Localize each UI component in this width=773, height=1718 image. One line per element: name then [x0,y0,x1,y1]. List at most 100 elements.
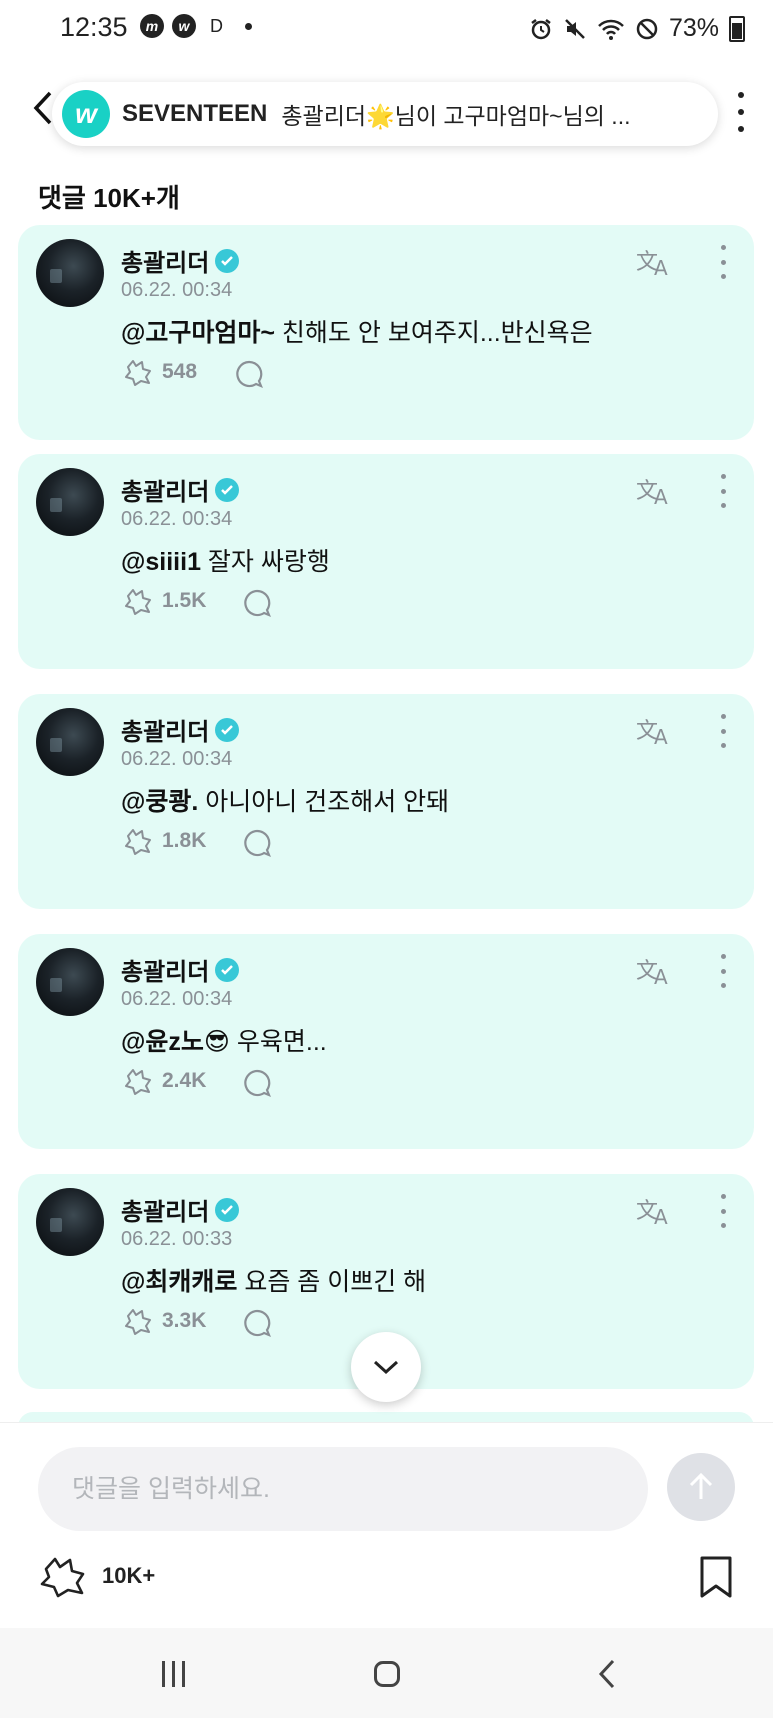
verified-badge-icon [215,717,240,742]
like-count: 1.5K [162,589,207,612]
home-icon [374,1661,400,1687]
more-options-button[interactable] [735,92,747,132]
like-button[interactable]: 2.4K [122,1066,206,1096]
avatar[interactable] [36,1188,104,1256]
like-button[interactable]: 1.5K [122,586,206,616]
recent-apps-button[interactable] [158,1656,188,1692]
status-time: 12:35 [60,12,128,42]
comment-body: 아니아니 건조해서 안돼 [198,788,450,816]
mention[interactable]: @최캐캐로 [121,1268,237,1296]
author-name: 총괄리더 [121,250,210,277]
like-button[interactable]: 548 [122,357,197,387]
comment-author[interactable]: 총괄리더 [121,712,240,747]
like-icon [125,1309,151,1335]
comment-more-button[interactable] [718,474,728,508]
translate-icon[interactable]: 文A [636,714,676,748]
system-back-button[interactable] [592,1656,622,1692]
reply-icon[interactable] [242,828,272,858]
translate-icon[interactable]: 文A [636,1194,676,1228]
comment-date: 06.22. 00:34 [121,748,233,770]
dot-icon [720,488,726,494]
comment-more-button[interactable] [718,954,728,988]
reply-icon[interactable] [242,1308,272,1338]
like-button[interactable]: 1.8K [122,826,206,856]
like-button[interactable]: 3.3K [122,1306,206,1336]
comment-author[interactable]: 총괄리더 [121,243,240,278]
like-count: 2.4K [162,1069,207,1092]
comment-text: @윤z노😎 우육면... [121,1022,327,1058]
bookmark-icon[interactable] [698,1555,734,1599]
mute-icon [565,18,585,39]
avatar[interactable] [36,239,104,307]
comment-card: 총괄리더 06.22. 00:34 @윤z노😎 우육면... 文A 2.4K [18,934,754,1149]
comment-input[interactable] [38,1447,648,1531]
avatar[interactable] [36,708,104,776]
notification-letter: D [210,15,223,36]
author-name: 총괄리더 [121,959,210,986]
comment-card: 총괄리더 06.22. 00:34 @siiii1 잘자 싸랑행 文A 1.5K [18,454,754,669]
comment-card: 총괄리더 06.22. 00:34 @고구마엄마~ 친해도 안 보여주지...반… [18,225,754,440]
alarm-icon [531,18,551,39]
comment-author[interactable]: 총괄리더 [121,952,240,987]
comment-author[interactable]: 총괄리더 [121,472,240,507]
reply-icon[interactable] [242,588,272,618]
do-not-disturb-icon [636,18,658,39]
verified-badge-icon [215,248,240,273]
dot-icon [720,245,726,250]
translate-icon[interactable]: 文A [636,954,676,988]
svg-text:A: A [654,725,668,748]
reply-icon[interactable] [234,359,264,389]
comment-more-button[interactable] [718,1194,728,1228]
dot-icon [720,714,726,719]
avatar[interactable] [36,468,104,536]
comment-more-button[interactable] [718,245,728,279]
dot-icon [720,954,726,959]
like-icon [125,829,151,855]
comment-date: 06.22. 00:34 [121,279,233,301]
comment-body: 친해도 안 보여주지...반신욕은 [274,319,593,347]
comment-more-button[interactable] [718,714,728,748]
mention[interactable]: @윤z노😎 [121,1028,230,1056]
mention[interactable]: @siiii1 [121,548,201,576]
translate-icon[interactable]: 文A [636,245,676,279]
chevron-down-icon [373,1360,399,1375]
send-button[interactable] [667,1453,735,1521]
comment-date: 06.22. 00:34 [121,988,233,1010]
dot-icon [720,1194,726,1199]
post-like-button[interactable]: 10K+ [36,1553,155,1599]
like-icon [40,1557,85,1598]
comment-date: 06.22. 00:34 [121,508,233,530]
svg-text:A: A [654,1205,668,1228]
dot-icon [720,1223,726,1228]
community-title: SEVENTEEN [122,100,268,127]
comment-body: 요즘 좀 이쁘긴 해 [237,1268,427,1296]
like-icon [125,589,151,615]
app-notification-icon: m [140,14,164,38]
dot-icon [720,503,726,508]
dot-icon [738,126,744,132]
author-name: 총괄리더 [121,479,210,506]
like-count: 1.8K [162,829,207,852]
post-header[interactable]: w SEVENTEEN 총괄리더🌟님이 고구마엄마~님의 ... [52,82,718,146]
weverse-notification-icon: w [172,14,196,38]
avatar[interactable] [36,948,104,1016]
scroll-down-button[interactable] [351,1332,421,1402]
comment-text: @쿵쾅. 아니아니 건조해서 안돼 [121,782,449,818]
comment-text: @최캐캐로 요즘 좀 이쁘긴 해 [121,1262,426,1298]
like-count: 3.3K [162,1309,207,1332]
chevron-left-icon [598,1659,615,1689]
author-name: 총괄리더 [121,1199,210,1226]
dot-icon [720,728,726,734]
dot-icon [720,259,726,265]
comment-count: 댓글 10K+개 [38,183,180,213]
mention[interactable]: @고구마엄마~ [121,319,275,347]
mention[interactable]: @쿵쾅. [121,788,198,816]
dot-icon [720,1208,726,1214]
more-notifications-dot [245,22,252,30]
translate-icon[interactable]: 文A [636,474,676,508]
reply-icon[interactable] [242,1068,272,1098]
dot-icon [738,92,744,98]
comment-author[interactable]: 총괄리더 [121,1192,240,1227]
chevron-left-icon [33,91,52,125]
home-button[interactable] [372,1656,402,1692]
